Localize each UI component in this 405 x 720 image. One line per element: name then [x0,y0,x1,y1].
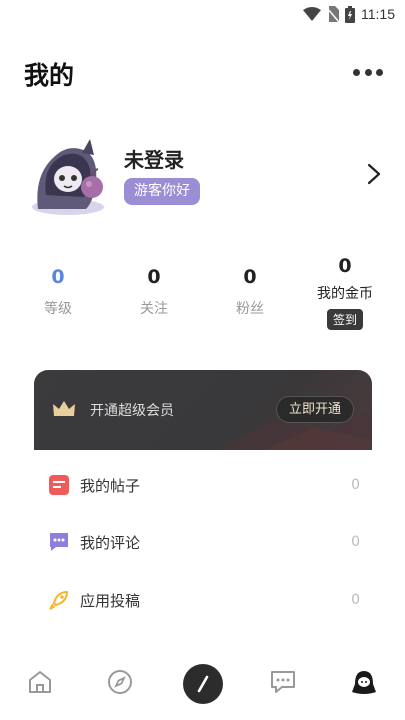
stat-fans[interactable]: 0 粉丝 [210,264,290,318]
comments-icon [50,533,68,551]
tab-messages[interactable] [265,664,301,700]
tab-profile[interactable] [346,664,382,700]
menu-item-app-submission[interactable]: 应用投稿 0 [48,585,364,615]
username[interactable]: 未登录 [124,144,184,173]
more-options-button[interactable] [353,62,383,82]
guest-badge: 游客你好 [124,178,200,205]
menu-item-label: 我的帖子 [80,476,141,495]
crown-icon [53,401,75,416]
stat-fans-value: 0 [243,266,257,288]
stat-following-label: 关注 [140,301,168,317]
profile-icon [352,671,376,694]
status-bar: 11:15 [0,0,405,28]
avatar[interactable] [28,135,110,217]
rocket-icon [49,590,69,610]
stat-following[interactable]: 0 关注 [114,264,194,318]
post-icon [197,675,209,693]
tab-home[interactable] [22,664,58,700]
tab-discover[interactable] [102,664,138,700]
more-dot [364,68,372,76]
posts-icon [49,475,69,495]
tab-post[interactable] [183,664,223,704]
stat-fans-label: 粉丝 [236,301,264,317]
no-sim-icon [327,6,339,22]
status-time: 11:15 [361,6,395,22]
menu-item-my-posts[interactable]: 我的帖子 0 [48,470,364,500]
stat-coins[interactable]: 0 我的金币 签到 [305,253,385,330]
more-dots-icon [353,68,360,76]
stat-following-value: 0 [147,266,161,288]
vip-open-button[interactable]: 立即开通 [275,396,354,423]
status-icons: 11:15 [303,4,395,24]
menu-item-count: 0 [351,592,360,608]
message-icon [271,671,295,693]
chevron-right-icon[interactable] [367,163,381,185]
menu-item-label: 我的评论 [80,533,141,552]
menu-item-my-comments[interactable]: 我的评论 0 [48,527,364,557]
stat-coins-label: 我的金币 [317,286,373,302]
menu-item-label: 应用投稿 [80,591,141,610]
page-title: 我的 [24,61,75,90]
menu-item-count: 0 [351,477,360,493]
stat-level-label: 等级 [44,301,72,317]
avatar-illustration [32,139,104,215]
stat-level[interactable]: 0 等级 [18,264,98,318]
wifi-icon [303,7,321,21]
vip-text: 开通超级会员 [90,403,174,419]
home-icon [29,671,51,693]
checkin-button[interactable]: 签到 [326,309,363,330]
stat-coins-value: 0 [338,255,352,277]
vip-card[interactable]: 开通超级会员 立即开通 [34,370,372,450]
menu-item-count: 0 [351,534,360,550]
stat-level-value: 0 [51,266,65,288]
discover-icon [108,670,132,694]
more-dot [376,68,383,76]
battery-icon [345,5,355,23]
